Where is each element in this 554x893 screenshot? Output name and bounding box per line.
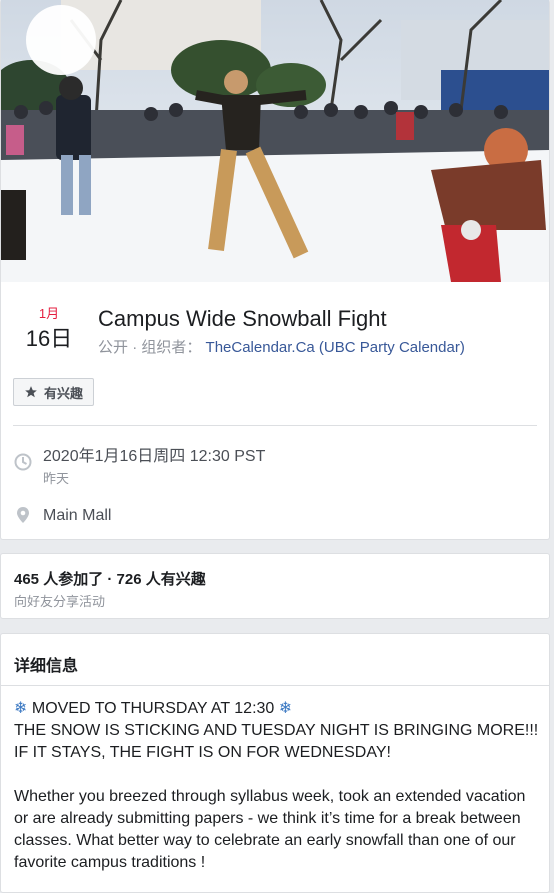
- time-row: 2020年1月16日周四 12:30 PST 昨天: [13, 442, 537, 486]
- details-card: 详细信息 ❄ MOVED TO THURSDAY AT 12:30 ❄ THE …: [0, 633, 550, 893]
- details-line-3: Whether you breezed through syllabus wee…: [14, 788, 526, 871]
- details-line-1: ❄ MOVED TO THURSDAY AT 12:30 ❄: [14, 698, 541, 720]
- time-text: 2020年1月16日周四 12:30 PST 昨天: [43, 442, 265, 487]
- event-subline: 公开 · 组织者： TheCalendar.Ca (UBC Party Cale…: [98, 336, 465, 357]
- cover-photo[interactable]: [1, 0, 549, 282]
- snowflake-icon: ❄: [278, 700, 293, 717]
- snowball-fight-photo: [1, 0, 549, 282]
- location-pin-icon: [17, 507, 29, 523]
- event-datetime[interactable]: 2020年1月16日周四 12:30 PST: [43, 442, 265, 466]
- event-relative-time: 昨天: [43, 471, 70, 486]
- attendance-summary[interactable]: 465 人参加了 · 726 人有兴趣: [14, 568, 206, 589]
- organizer-prefix: · 组织者：: [132, 339, 202, 356]
- location-row: Main Mall: [13, 506, 537, 528]
- interested-label: 有兴趣: [44, 385, 84, 401]
- event-location[interactable]: Main Mall: [43, 507, 111, 525]
- interested-button[interactable]: 有兴趣: [13, 378, 95, 406]
- event-day: 16日: [25, 326, 73, 351]
- date-block: 1月 16日: [13, 306, 85, 353]
- attendance-card: 465 人参加了 · 726 人有兴趣 向好友分享活动: [0, 553, 550, 619]
- event-month: 1月: [38, 306, 60, 321]
- event-card: 1月 16日 Campus Wide Snowball Fight 公开 · 组…: [0, 0, 550, 540]
- privacy-label: 公开: [98, 339, 129, 356]
- snowflake-icon: ❄: [14, 700, 28, 717]
- details-heading: 详细信息: [14, 658, 79, 675]
- details-line-2: THE SNOW IS STICKING AND TUESDAY NIGHT I…: [14, 722, 539, 761]
- share-event-link[interactable]: 向好友分享活动: [14, 591, 105, 610]
- details-line-1-text: MOVED TO THURSDAY AT 12:30: [31, 700, 275, 717]
- star-icon: [25, 386, 37, 398]
- clock-icon: [14, 453, 32, 471]
- event-header: 1月 16日 Campus Wide Snowball Fight 公开 · 组…: [1, 300, 549, 360]
- event-title: Campus Wide Snowball Fight: [98, 306, 387, 331]
- details-divider: [1, 685, 549, 686]
- details-body: ❄ MOVED TO THURSDAY AT 12:30 ❄ THE SNOW …: [14, 698, 541, 874]
- divider: [13, 425, 537, 426]
- organizer-link[interactable]: TheCalendar.Ca (UBC Party Calendar): [206, 339, 465, 356]
